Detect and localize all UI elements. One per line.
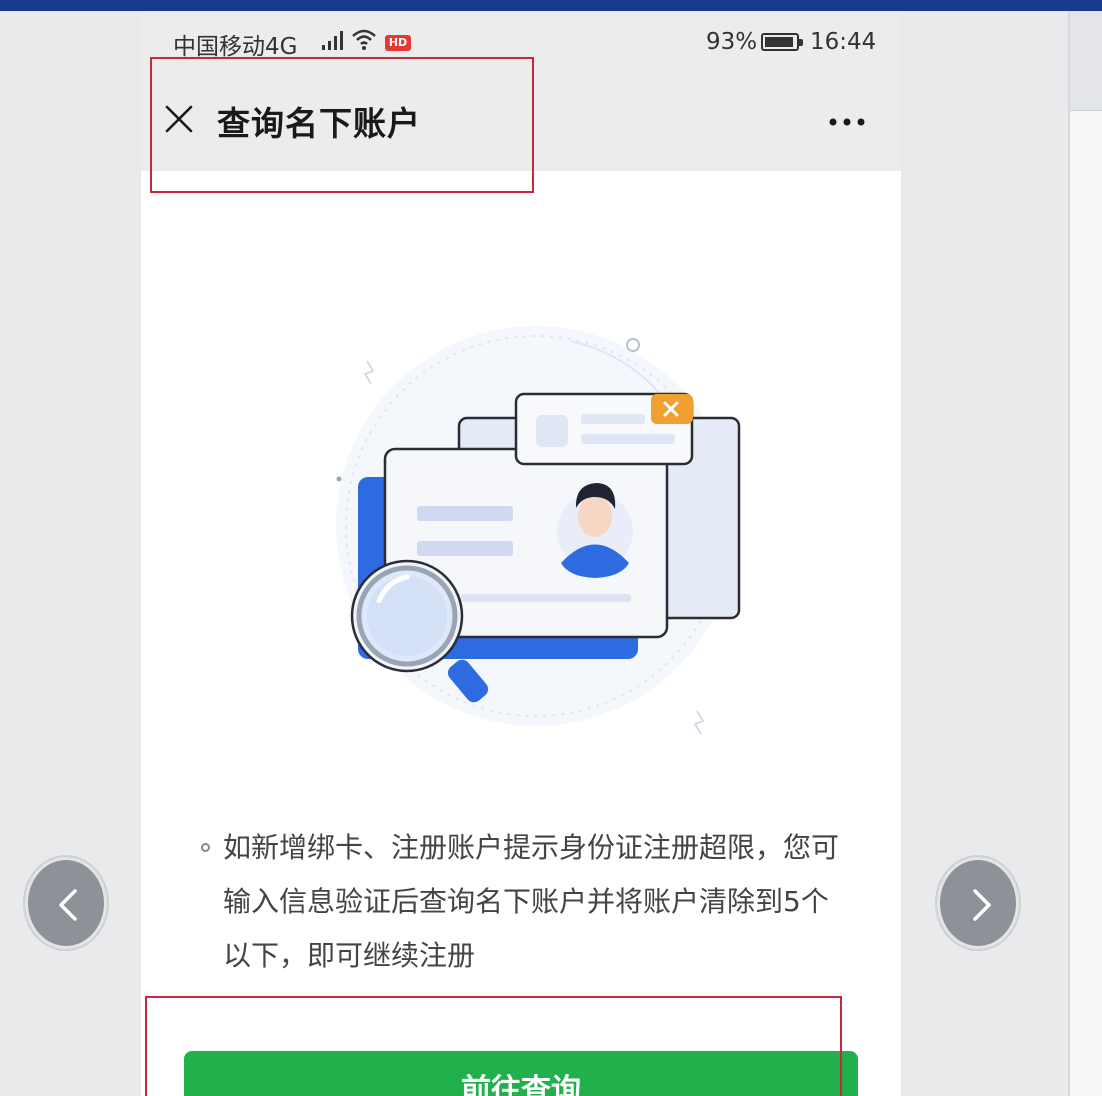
right-side-panel	[1068, 11, 1102, 1096]
browser-top-strip	[0, 0, 1102, 11]
right-panel-tab[interactable]	[1070, 11, 1102, 111]
battery-percent: 93%	[706, 29, 758, 55]
id-card-search-illustration	[336, 326, 741, 735]
carousel-next-button[interactable]	[937, 857, 1019, 949]
wifi-icon	[352, 29, 376, 50]
go-query-button[interactable]: 前往查询	[184, 1051, 858, 1096]
bullet-dot	[201, 843, 210, 852]
phone-screen: 中国移动4G HD 93% 16:44 查询名下账户 如新增绑卡、注册账户提示身…	[141, 11, 901, 1096]
status-bar: 中国移动4G HD 93% 16:44	[141, 11, 901, 61]
content-card: 如新增绑卡、注册账户提示身份证注册超限，您可输入信息验证后查询名下账户并将账户清…	[141, 171, 901, 1096]
page-title: 查询名下账户	[217, 104, 421, 143]
signal-icon	[322, 31, 343, 50]
nav-bar: 查询名下账户	[141, 61, 901, 171]
carousel-prev-button[interactable]	[25, 857, 107, 949]
chevron-left-icon	[59, 889, 77, 921]
more-icon[interactable]	[827, 116, 867, 128]
close-icon[interactable]	[163, 103, 195, 135]
status-time: 16:44	[810, 29, 877, 55]
info-text: 如新增绑卡、注册账户提示身份证注册超限，您可输入信息验证后查询名下账户并将账户清…	[223, 831, 840, 972]
chevron-right-icon	[973, 889, 991, 921]
hd-badge: HD	[385, 35, 411, 51]
battery-icon	[761, 33, 803, 51]
carrier-label: 中国移动4G	[173, 34, 298, 60]
